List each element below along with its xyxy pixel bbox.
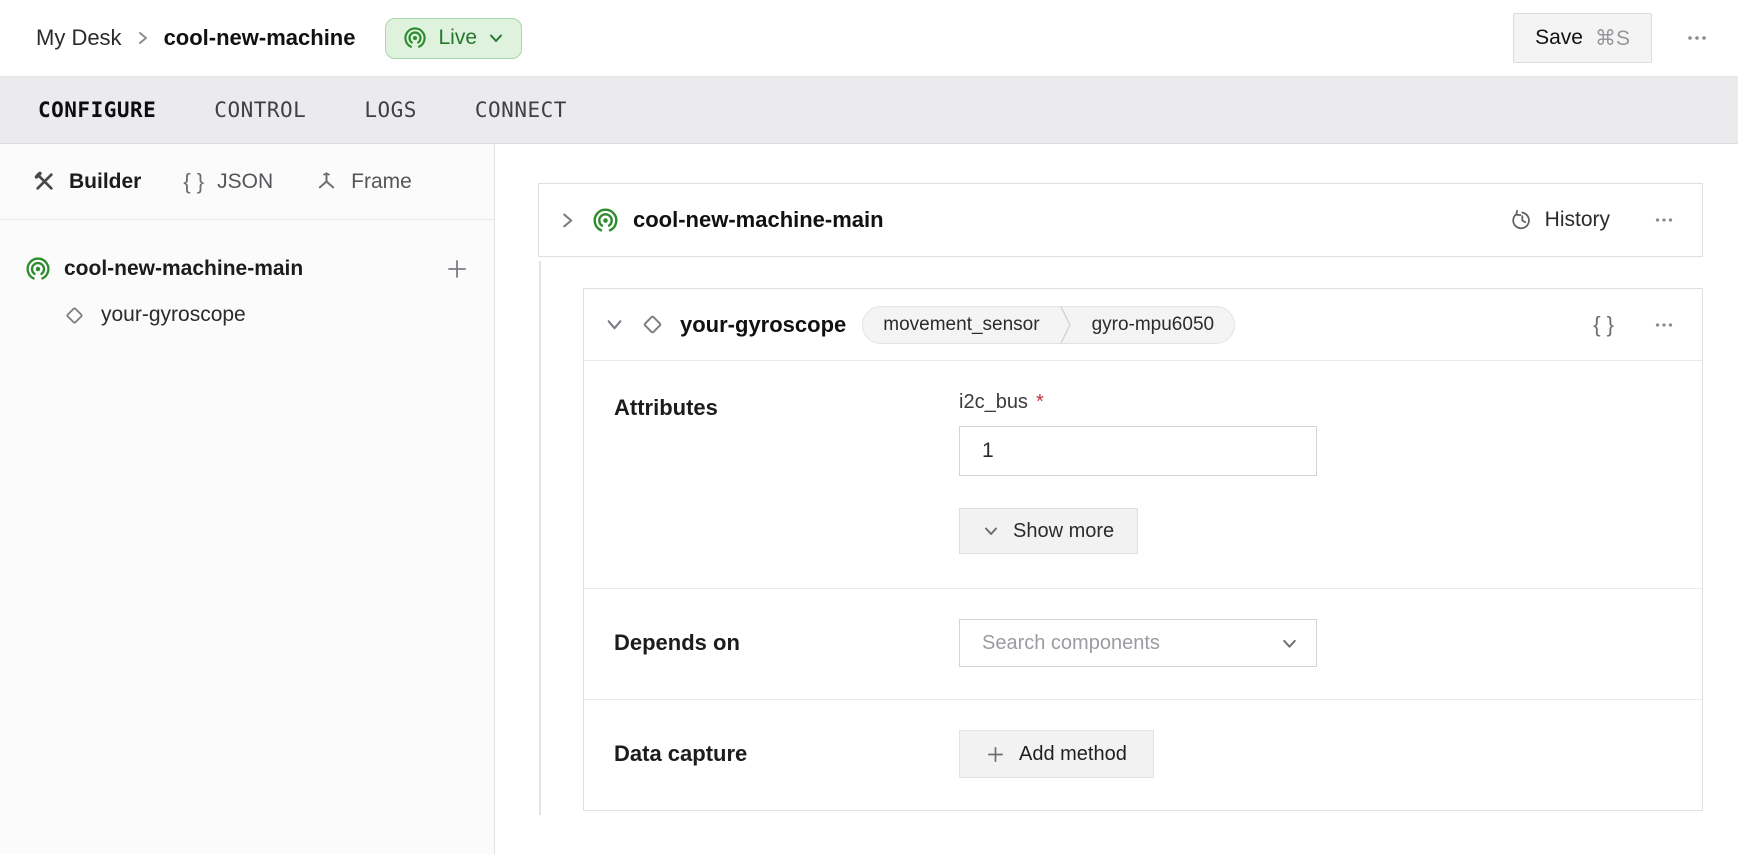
component-type-model-badge: movement_sensor gyro-mpu6050	[862, 306, 1235, 344]
mode-frame[interactable]: Frame	[315, 170, 412, 194]
expand-part-chevron[interactable]	[559, 212, 576, 229]
config-canvas: cool-new-machine-main History	[495, 144, 1738, 854]
part-overflow-menu-button[interactable]	[1652, 208, 1676, 232]
breadcrumb: My Desk cool-new-machine	[36, 25, 355, 51]
tab-connect[interactable]: CONNECT	[475, 98, 567, 122]
component-overflow-menu-button[interactable]	[1652, 313, 1676, 337]
attributes-section-label: Attributes	[614, 395, 718, 420]
history-button-label: History	[1545, 208, 1610, 232]
mode-builder-label: Builder	[69, 170, 141, 194]
mode-builder[interactable]: Builder	[33, 170, 141, 194]
data-capture-section: Data capture Add method	[584, 699, 1702, 810]
tree-item-gyroscope[interactable]: your-gyroscope	[63, 292, 469, 338]
save-shortcut-hint: ⌘S	[1595, 26, 1630, 51]
breadcrumb-parent-link[interactable]: My Desk	[36, 25, 122, 51]
machine-name-title: cool-new-machine	[164, 25, 356, 51]
add-method-button[interactable]: Add method	[959, 730, 1154, 778]
tree-indent-guide	[539, 261, 541, 815]
history-clock-icon	[1511, 209, 1534, 232]
save-button-label: Save	[1535, 26, 1583, 50]
broadcast-icon	[403, 26, 427, 50]
header-bar: My Desk cool-new-machine Live Save ⌘S	[0, 0, 1738, 77]
tab-control[interactable]: CONTROL	[214, 98, 306, 122]
depends-on-section-label: Depends on	[614, 630, 740, 655]
frame-axes-icon	[315, 170, 338, 193]
save-button[interactable]: Save ⌘S	[1513, 13, 1652, 63]
tab-configure[interactable]: CONFIGURE	[38, 98, 156, 122]
chevron-right-icon	[136, 31, 150, 45]
plus-icon	[986, 745, 1005, 764]
component-diamond-icon	[63, 304, 86, 327]
broadcast-icon	[592, 207, 619, 234]
component-card-header: your-gyroscope movement_sensor gyro-mpu6…	[584, 289, 1702, 361]
live-badge-label: Live	[438, 26, 477, 50]
machine-tab-bar: CONFIGURE CONTROL LOGS CONNECT	[0, 77, 1738, 144]
attributes-section: Attributes i2c_bus *	[584, 361, 1702, 588]
mode-frame-label: Frame	[351, 170, 412, 194]
ellipsis-icon	[1652, 208, 1676, 232]
chevron-down-icon	[1281, 635, 1298, 652]
tools-icon	[33, 170, 56, 193]
plus-icon	[445, 257, 469, 281]
broadcast-icon	[25, 256, 51, 282]
gyroscope-component-card: your-gyroscope movement_sensor gyro-mpu6…	[583, 288, 1703, 811]
collapse-component-chevron[interactable]	[606, 316, 623, 333]
i2c-bus-field-label: i2c_bus	[959, 391, 1028, 414]
history-button[interactable]: History	[1511, 208, 1610, 232]
depends-on-placeholder: Search components	[982, 632, 1160, 655]
live-status-dropdown[interactable]: Live	[385, 18, 522, 59]
show-more-button[interactable]: Show more	[959, 508, 1138, 554]
show-more-label: Show more	[1013, 520, 1114, 543]
tree-item-gyroscope-label: your-gyroscope	[101, 303, 246, 327]
tree-item-machine-part[interactable]: cool-new-machine-main	[25, 246, 469, 292]
header-overflow-menu-button[interactable]	[1684, 25, 1710, 51]
add-method-label: Add method	[1019, 743, 1127, 766]
component-json-button[interactable]: { }	[1593, 312, 1614, 338]
i2c-bus-input[interactable]	[959, 426, 1317, 476]
machine-part-card: cool-new-machine-main History	[538, 183, 1703, 257]
required-marker: *	[1036, 391, 1044, 414]
chevron-down-icon	[983, 523, 999, 539]
badge-divider-chevron	[1060, 307, 1072, 343]
config-mode-switcher: Builder { } JSON Frame	[0, 144, 494, 220]
tab-logs[interactable]: LOGS	[364, 98, 417, 122]
page-body: Builder { } JSON Frame	[0, 144, 1738, 854]
component-title: your-gyroscope	[680, 312, 846, 338]
component-tree: cool-new-machine-main your-gyroscope	[0, 220, 494, 338]
component-model-badge: gyro-mpu6050	[1072, 307, 1235, 343]
ellipsis-icon	[1652, 313, 1676, 337]
mode-json-label: JSON	[217, 170, 273, 194]
depends-on-section: Depends on Search components	[584, 588, 1702, 699]
data-capture-section-label: Data capture	[614, 741, 747, 766]
mode-json[interactable]: { } JSON	[183, 169, 273, 195]
component-type-badge: movement_sensor	[863, 307, 1059, 343]
ellipsis-icon	[1684, 25, 1710, 51]
tree-item-machine-part-label: cool-new-machine-main	[64, 257, 303, 281]
json-braces-icon: { }	[183, 169, 204, 195]
machine-part-title: cool-new-machine-main	[633, 207, 884, 233]
chevron-down-icon	[488, 30, 504, 46]
config-sidebar: Builder { } JSON Frame	[0, 144, 495, 854]
depends-on-search-select[interactable]: Search components	[959, 619, 1317, 667]
viam-machine-page: My Desk cool-new-machine Live Save ⌘S	[0, 0, 1738, 854]
add-component-button[interactable]	[445, 257, 469, 281]
component-diamond-icon	[640, 312, 665, 337]
